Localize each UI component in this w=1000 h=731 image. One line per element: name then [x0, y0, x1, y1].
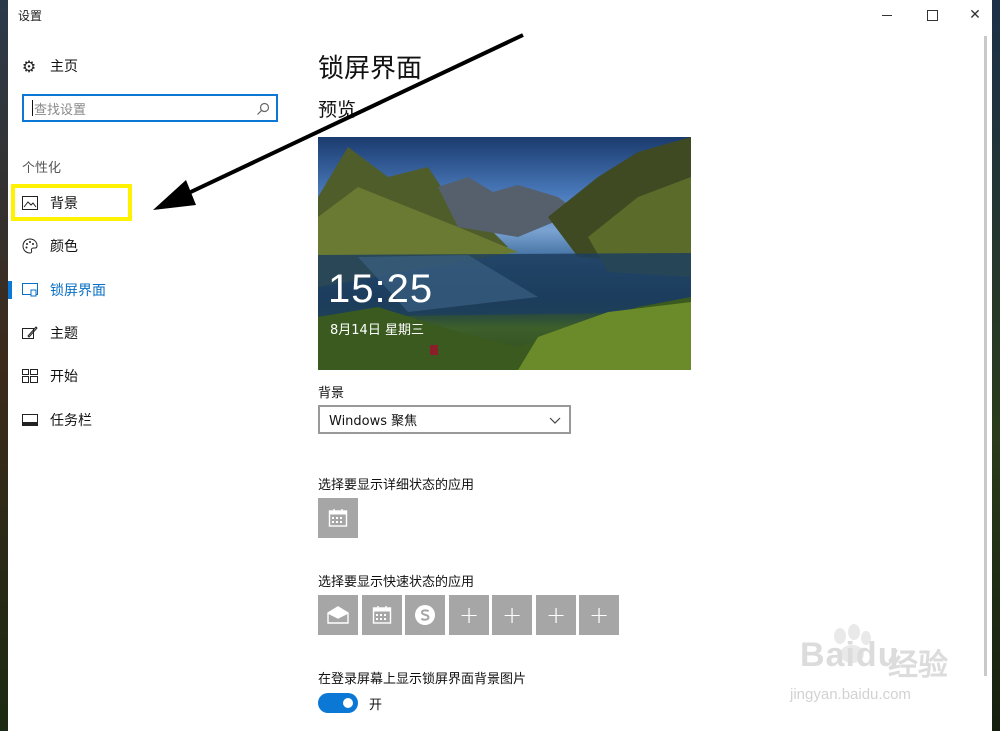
lock-screen-time: 15:25	[328, 267, 434, 311]
watermark-brand: Baidu	[800, 636, 900, 674]
quick-status-app-mail[interactable]	[318, 595, 358, 635]
quick-status-app-skype[interactable]	[405, 595, 445, 635]
desktop-background-left	[0, 0, 8, 731]
plus-icon: +	[545, 601, 567, 629]
sidebar-item-label: 锁屏界面	[50, 283, 106, 299]
toggle-state-label: 开	[369, 698, 383, 713]
show-background-toggle[interactable]	[318, 693, 358, 713]
quick-status-add-button[interactable]: +	[449, 595, 489, 635]
quick-status-app-calendar[interactable]	[362, 595, 402, 635]
lock-screen-date: 8月14日 星期三	[330, 323, 424, 338]
minimize-button[interactable]	[864, 0, 910, 30]
preview-title: 预览	[318, 99, 357, 121]
sidebar-item-lock-screen[interactable]: 锁屏界面	[8, 272, 298, 308]
nav-home-label: 主页	[50, 59, 78, 75]
calendar-icon	[372, 606, 392, 624]
sidebar-item-label: 任务栏	[50, 413, 92, 429]
group-label-personalization: 个性化	[22, 161, 62, 176]
background-label: 背景	[318, 386, 345, 401]
quick-status-add-button[interactable]: +	[536, 595, 576, 635]
page-title: 锁屏界面	[318, 54, 423, 84]
mail-icon	[327, 606, 349, 624]
sidebar-item-label: 主题	[50, 326, 78, 342]
taskbar-icon	[21, 411, 39, 429]
chevron-down-icon	[549, 417, 561, 424]
background-dropdown-value: Windows 聚焦	[329, 414, 418, 429]
skype-icon	[415, 605, 435, 625]
search-placeholder: 查找设置	[34, 102, 87, 118]
maximize-button[interactable]	[909, 0, 955, 30]
search-input[interactable]: 查找设置	[22, 94, 278, 122]
plus-icon: +	[588, 601, 610, 629]
theme-icon	[21, 324, 39, 342]
palette-icon	[21, 237, 39, 255]
sidebar-item-label: 颜色	[50, 239, 78, 255]
lock-screen-icon	[21, 281, 39, 299]
highlight-box	[11, 184, 132, 221]
quick-status-label: 选择要显示快速状态的应用	[318, 575, 475, 590]
background-dropdown[interactable]: Windows 聚焦	[318, 405, 571, 434]
plus-icon: +	[501, 601, 523, 629]
sidebar-item-themes[interactable]: 主题	[8, 315, 298, 351]
minimize-icon	[882, 14, 892, 16]
gear-icon: ⚙	[21, 56, 37, 76]
watermark-url: jingyan.baidu.com	[790, 686, 911, 703]
text-caret	[32, 100, 33, 116]
maximize-icon	[926, 9, 938, 21]
close-button[interactable]: ✕	[952, 0, 992, 30]
show-background-label: 在登录屏幕上显示锁屏界面背景图片	[318, 672, 527, 687]
calendar-icon	[328, 509, 348, 527]
window-title: 设置	[18, 9, 43, 23]
lock-screen-preview: 15:25 8月14日 星期三	[318, 137, 691, 370]
scrollbar[interactable]	[984, 36, 987, 676]
quick-status-add-button[interactable]: +	[492, 595, 532, 635]
watermark-cn: 经验	[888, 648, 948, 683]
nav-home[interactable]: ⚙ 主页	[20, 54, 78, 78]
plus-icon: +	[458, 601, 480, 629]
detailed-status-label: 选择要显示详细状态的应用	[318, 478, 475, 493]
close-icon: ✕	[969, 7, 981, 23]
detailed-status-app-button[interactable]	[318, 498, 358, 538]
search-icon[interactable]	[256, 102, 270, 116]
sidebar-item-start[interactable]: 开始	[8, 358, 298, 394]
quick-status-add-button[interactable]: +	[579, 595, 619, 635]
sidebar-item-label: 开始	[50, 369, 78, 385]
title-bar: 设置 ✕	[8, 0, 992, 30]
desktop-background-right	[992, 0, 1000, 731]
sidebar-item-colors[interactable]: 颜色	[8, 228, 298, 264]
toggle-knob	[343, 698, 353, 708]
start-icon	[21, 367, 39, 385]
active-indicator	[8, 281, 12, 299]
sidebar-item-taskbar[interactable]: 任务栏	[8, 402, 298, 438]
